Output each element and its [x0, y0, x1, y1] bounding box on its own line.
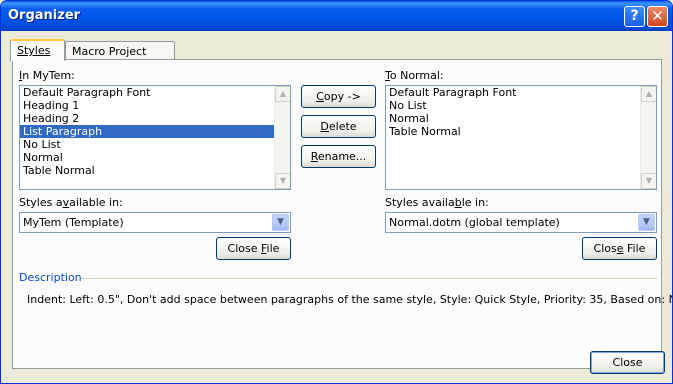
close-window-button[interactable]: ✕ — [647, 6, 668, 27]
list-item[interactable]: Table Normal — [386, 125, 656, 138]
left-available-select[interactable]: MyTem (Template) ▼ — [19, 212, 291, 233]
left-available-label-post: ailable in: — [69, 196, 123, 209]
scroll-down-icon[interactable]: ▼ — [275, 173, 290, 189]
styles-panel: In MyTem: Default Paragraph Font Heading … — [12, 59, 672, 369]
scroll-down-icon[interactable]: ▼ — [641, 173, 656, 189]
left-available-value: MyTem (Template) — [23, 216, 124, 229]
left-list-label: In MyTem: — [19, 69, 75, 82]
list-item[interactable]: Normal — [20, 151, 290, 164]
tab-styles-label: Styles — [17, 44, 51, 57]
right-list-label: To Normal: — [385, 69, 444, 82]
chevron-down-icon[interactable]: ▼ — [272, 214, 289, 231]
copy-button-mnemonic: C — [316, 90, 324, 103]
rename-button-label: ename... — [317, 150, 367, 163]
left-list-label-text: n MyTem: — [22, 69, 75, 82]
rename-button-mnemonic: R — [310, 150, 318, 163]
list-item[interactable]: Normal — [386, 112, 656, 125]
copy-button[interactable]: Copy -> — [301, 85, 376, 108]
description-text: Indent: Left: 0.5", Don't add space betw… — [27, 293, 673, 306]
help-button[interactable]: ? — [624, 6, 645, 27]
right-items-container: Default Paragraph Font No List Normal Table… — [386, 86, 656, 138]
tab-macro-project-items[interactable]: Macro Project Items — [65, 41, 175, 71]
right-list-label-text: o Normal: — [389, 69, 444, 82]
left-list-scrollbar[interactable]: ▲ ▼ — [274, 86, 290, 189]
right-available-label: Styles available in: — [385, 196, 489, 209]
right-available-label-post: le in: — [461, 196, 489, 209]
list-item[interactable]: Heading 1 — [20, 99, 290, 112]
list-item[interactable]: No List — [20, 138, 290, 151]
right-available-label-mnemonic: b — [454, 196, 462, 209]
list-item[interactable]: Default Paragraph Font — [386, 86, 656, 99]
right-available-select[interactable]: Normal.dotm (global template) ▼ — [385, 212, 657, 233]
left-close-file-post: ile — [266, 242, 280, 255]
right-available-value: Normal.dotm (global template) — [389, 216, 560, 229]
close-button[interactable]: Close — [590, 351, 665, 374]
list-item[interactable]: No List — [386, 99, 656, 112]
right-styles-list[interactable]: Default Paragraph Font No List Normal Table… — [385, 85, 657, 190]
delete-button-mnemonic: D — [320, 120, 329, 133]
left-items-container: Default Paragraph Font Heading 1 Heading 2… — [20, 86, 290, 177]
delete-button-label: elete — [328, 120, 357, 133]
list-item[interactable]: Heading 2 — [20, 112, 290, 125]
copy-button-label: opy -> — [323, 90, 361, 103]
left-available-label-pre: Styles a — [19, 196, 63, 209]
right-close-file-pre: Clos — [593, 242, 617, 255]
description-title: Description — [19, 271, 82, 284]
scroll-up-icon[interactable]: ▲ — [275, 86, 290, 102]
right-list-scrollbar[interactable]: ▲ ▼ — [640, 86, 656, 189]
left-close-file-pre: Close — [227, 242, 262, 255]
right-close-file-mnemonic: e — [616, 242, 624, 255]
left-styles-list[interactable]: Default Paragraph Font Heading 1 Heading 2… — [19, 85, 291, 190]
title-bar[interactable]: Organizer ? ✕ — [1, 1, 672, 31]
left-available-label: Styles available in: — [19, 196, 123, 209]
list-item[interactable]: Default Paragraph Font — [20, 86, 290, 99]
delete-button[interactable]: Delete — [301, 115, 376, 138]
right-close-file-button[interactable]: Close File — [582, 237, 657, 260]
list-item[interactable]: List Paragraph — [20, 125, 290, 138]
description-divider — [81, 278, 657, 279]
dialog-body: Styles Macro Project Items In MyTem: Def… — [4, 31, 672, 382]
tab-styles[interactable]: Styles — [10, 39, 65, 61]
left-close-file-button[interactable]: Close File — [216, 237, 291, 260]
scroll-up-icon[interactable]: ▲ — [641, 86, 656, 102]
right-close-file-post: File — [623, 242, 646, 255]
chevron-down-icon[interactable]: ▼ — [638, 214, 655, 231]
list-item[interactable]: Table Normal — [20, 164, 290, 177]
right-available-label-pre: Styles availa — [385, 196, 455, 209]
window-title: Organizer — [8, 8, 81, 23]
rename-button[interactable]: Rename... — [301, 145, 376, 168]
organizer-dialog: Organizer ? ✕ Styles Macro Project Items… — [0, 0, 673, 384]
